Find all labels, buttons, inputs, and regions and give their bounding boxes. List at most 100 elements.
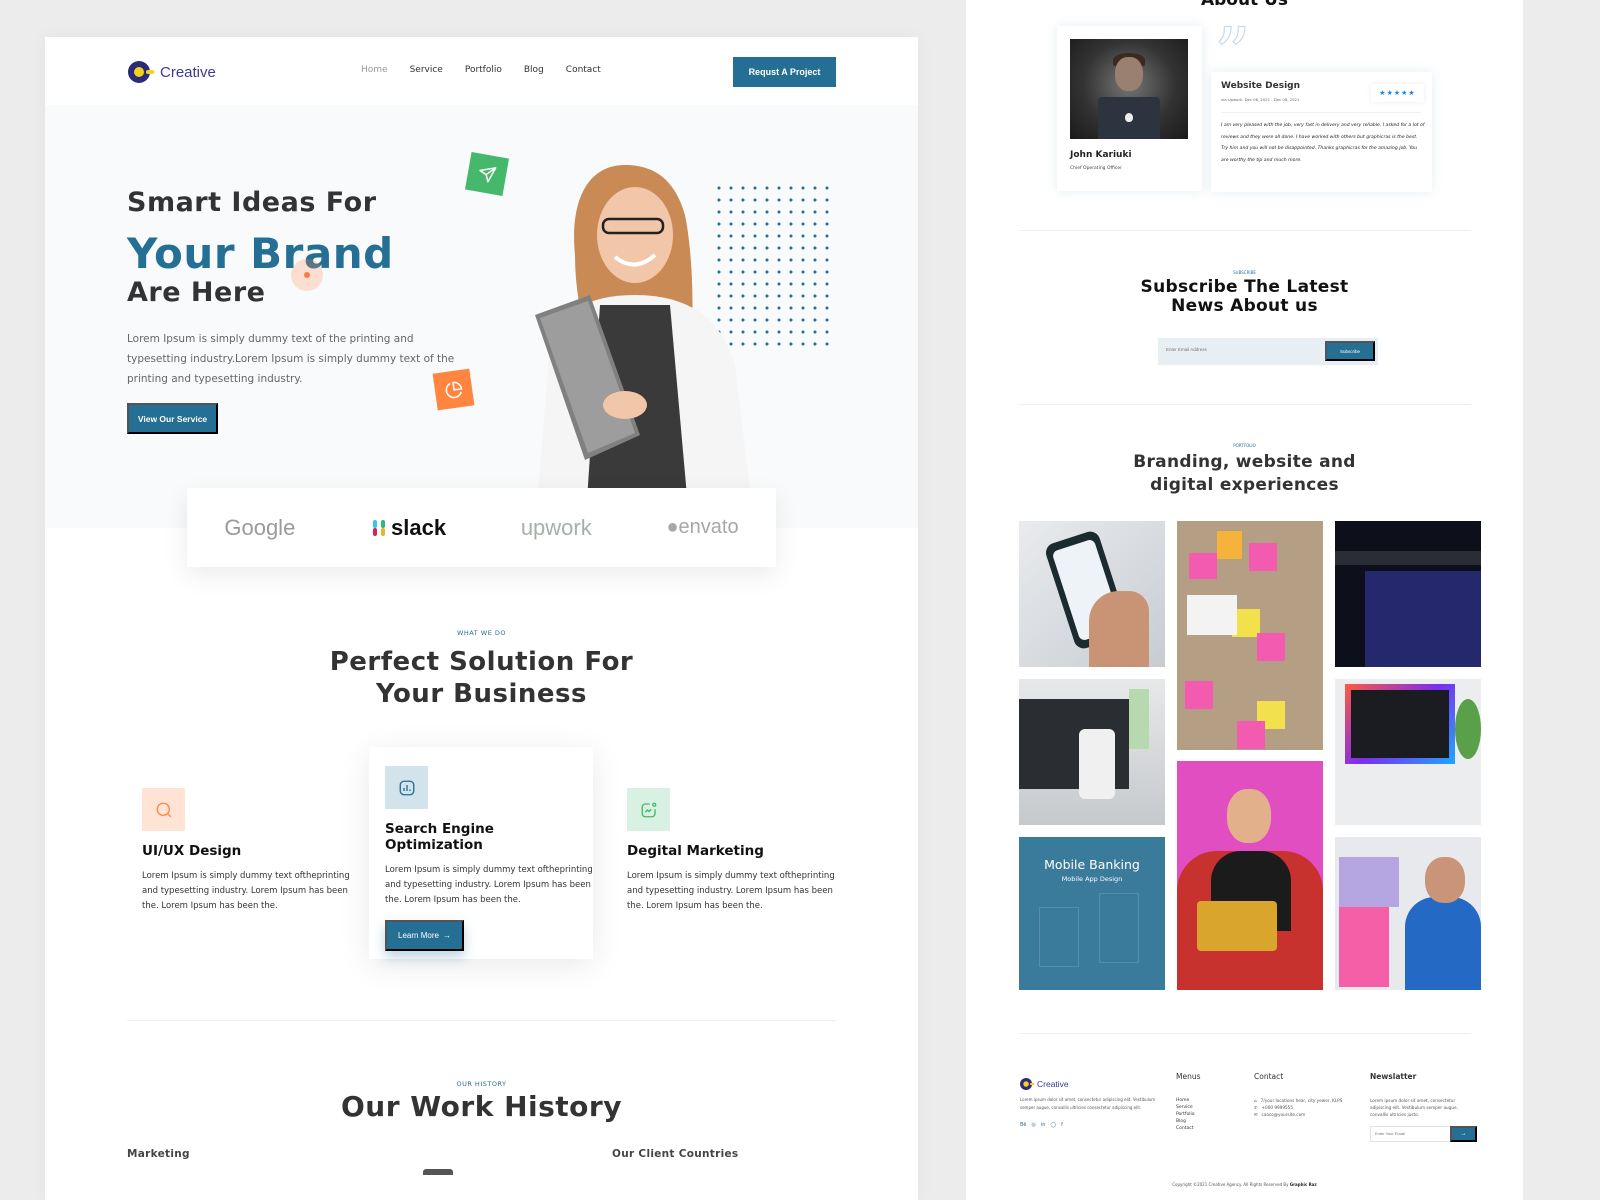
slack-text: slack bbox=[391, 514, 447, 540]
portfolio-tile-weather-app[interactable] bbox=[1019, 521, 1165, 667]
title-line1: Subscribe The Latest bbox=[1140, 277, 1349, 297]
newsletter-submit-button[interactable]: → bbox=[1450, 1126, 1477, 1142]
contact-phone: ✆ +000 9999555 bbox=[1254, 1104, 1344, 1111]
decorative-dot bbox=[304, 272, 310, 278]
envato-text: envato bbox=[678, 516, 739, 538]
portfolio-tile-desktop-dashboard[interactable] bbox=[1335, 679, 1481, 825]
portfolio-tile-mobile-banking[interactable]: Mobile Banking Mobile App Design bbox=[1019, 837, 1165, 990]
service-card-seo[interactable]: Search Engine Optimization Lorem Ipsum i… bbox=[385, 766, 595, 951]
logo-text: Creative bbox=[160, 63, 216, 81]
review-card: Website Design via Upwork. Dec 06, 2021 … bbox=[1211, 72, 1432, 192]
hero-heading-line1: Smart Ideas For bbox=[127, 187, 377, 218]
nav-home[interactable]: Home bbox=[361, 65, 388, 75]
section-divider bbox=[127, 1020, 836, 1021]
learn-more-label: Learn More bbox=[398, 931, 439, 940]
hero-section: Smart Ideas For Your Brand Are Here Lore… bbox=[45, 105, 918, 530]
trend-icon bbox=[627, 788, 670, 831]
about-title: About Us bbox=[1200, 0, 1289, 10]
team-member-photo bbox=[1070, 39, 1188, 139]
nav-portfolio[interactable]: Portfolio bbox=[465, 65, 502, 75]
footer-menus-title: Menus bbox=[1176, 1072, 1201, 1081]
service-text: Lorem Ipsum is simply dummy text ofthepr… bbox=[385, 865, 593, 905]
subscribe-eyebrow: SUBSCRIBE bbox=[1233, 270, 1256, 275]
location-icon: ⌂ bbox=[1254, 1098, 1257, 1103]
footer-link-blog[interactable]: Blog bbox=[1176, 1118, 1195, 1125]
title-line2: News About us bbox=[1171, 296, 1318, 316]
linkedin-icon[interactable]: in bbox=[1041, 1122, 1046, 1128]
copyright-text: Copyright ©2021 Creative Agency. All Rig… bbox=[1172, 1182, 1289, 1187]
site-header: Creative Home Service Portfolio Blog Con… bbox=[45, 37, 918, 105]
footer-newsletter-text: Lorem ipsum dolor sit amet, consectetur … bbox=[1370, 1098, 1458, 1117]
subscribe-button[interactable]: Subscribe bbox=[1325, 341, 1375, 361]
footer-link-contact[interactable]: Contact bbox=[1176, 1125, 1195, 1132]
footer-logo-text: Creative bbox=[1037, 1079, 1069, 1089]
phone-text[interactable]: +000 9999555 bbox=[1262, 1104, 1293, 1111]
contact-email: ✉ caoco@yoursite.com bbox=[1254, 1111, 1344, 1118]
newsletter-email-input[interactable] bbox=[1375, 1131, 1445, 1136]
tile-title: Mobile Banking bbox=[1044, 857, 1140, 872]
nav-service[interactable]: Service bbox=[410, 65, 443, 75]
portfolio-tile-crypto-dashboard[interactable] bbox=[1335, 521, 1481, 667]
homepage-mockup-right: About Us John Kariuki Chief Operating Of… bbox=[966, 0, 1523, 1200]
service-title: Search Engine Optimization bbox=[385, 821, 494, 853]
logo[interactable]: Creative bbox=[128, 61, 216, 83]
view-service-button[interactable]: View Our Service bbox=[127, 403, 218, 434]
learn-more-button[interactable]: Learn More → bbox=[385, 920, 464, 951]
arrow-right-icon: → bbox=[442, 931, 451, 940]
footer-menu-list: Home Service Portfolio Blog Contact bbox=[1176, 1097, 1195, 1132]
portfolio-tile-sticky-notes[interactable] bbox=[1177, 521, 1323, 750]
dribbble-icon[interactable]: ◎ bbox=[1032, 1122, 1036, 1128]
logo-icon bbox=[1020, 1077, 1035, 1091]
contact-address: ⌂ 7/your locations hear, city yewer, KLPS bbox=[1254, 1097, 1344, 1104]
service-card-marketing[interactable]: Degital Marketing Lorem Ipsum is simply … bbox=[627, 788, 837, 914]
portfolio-tile-sticky-notes-team[interactable] bbox=[1335, 837, 1481, 990]
what-we-do-eyebrow: WHAT WE DO bbox=[456, 629, 506, 637]
social-links: Bē ◎ in ◯ f bbox=[1020, 1122, 1063, 1128]
facebook-icon[interactable]: f bbox=[1061, 1122, 1063, 1128]
footer-link-home[interactable]: Home bbox=[1176, 1097, 1195, 1104]
phone-icon: ✆ bbox=[1254, 1105, 1258, 1110]
history-title: Our Work History bbox=[341, 1090, 622, 1123]
hero-heading-line2: Your Brand bbox=[127, 229, 394, 278]
envato-leaf-icon: ● bbox=[666, 516, 679, 538]
apple-logo-icon bbox=[1125, 113, 1133, 122]
logo-icon bbox=[128, 61, 154, 83]
section-divider bbox=[1019, 230, 1471, 231]
star-rating: ★★★★★ bbox=[1371, 84, 1424, 102]
service-title: UI/UX Design bbox=[142, 843, 242, 859]
portfolio-tile-mobile-app-laptop[interactable] bbox=[1019, 679, 1165, 825]
history-eyebrow: OUR HISTORY bbox=[456, 1080, 507, 1088]
subscribe-title: Subscribe The Latest News About us bbox=[966, 278, 1523, 316]
pie-chart-icon bbox=[432, 368, 475, 411]
service-card-uiux[interactable]: UI/UX Design Lorem Ipsum is simply dummy… bbox=[142, 788, 352, 914]
request-project-button[interactable]: Requst A Project bbox=[733, 57, 836, 87]
upwork-logo: upwork bbox=[520, 514, 592, 540]
footer-logo[interactable]: Creative bbox=[1020, 1073, 1069, 1095]
portfolio-title: Branding, website and digital experience… bbox=[966, 451, 1523, 497]
copyright: Copyright ©2021 Creative Agency. All Rig… bbox=[966, 1182, 1523, 1187]
footer-newsletter-form: → bbox=[1370, 1126, 1477, 1142]
marketing-label: Marketing bbox=[127, 1148, 190, 1160]
nav-blog[interactable]: Blog bbox=[524, 65, 544, 75]
title-line2: Your Business bbox=[376, 679, 587, 709]
chart-icon bbox=[385, 766, 428, 809]
nav-contact[interactable]: Contact bbox=[566, 65, 601, 75]
footer-contact-title: Contact bbox=[1254, 1072, 1284, 1081]
behance-icon[interactable]: Bē bbox=[1020, 1122, 1027, 1128]
email-input[interactable] bbox=[1166, 347, 1316, 352]
instagram-icon[interactable]: ◯ bbox=[1050, 1122, 1056, 1128]
slack-icon bbox=[370, 519, 388, 537]
footer-link-service[interactable]: Service bbox=[1176, 1104, 1195, 1111]
portfolio-tile-woman-laptop[interactable] bbox=[1177, 761, 1323, 990]
footer-contact-list: ⌂ 7/your locations hear, city yewer, KLPS… bbox=[1254, 1097, 1344, 1118]
review-text: I am very pleased with the job, very fas… bbox=[1221, 123, 1425, 163]
title-line2: digital experiences bbox=[1150, 475, 1339, 495]
section-divider bbox=[1019, 404, 1471, 405]
address-text: 7/your locations hear, city yewer, KLPS bbox=[1260, 1098, 1343, 1103]
hero-paragraph: Lorem Ipsum is simply dummy text of the … bbox=[127, 333, 455, 385]
email-text[interactable]: caoco@yoursite.com bbox=[1262, 1111, 1306, 1118]
footer-link-portfolio[interactable]: Portfolio bbox=[1176, 1111, 1195, 1118]
copyright-brand[interactable]: Graphic Raz bbox=[1290, 1182, 1317, 1187]
service-text: Lorem Ipsum is simply dummy text ofthepr… bbox=[142, 871, 350, 911]
title-line1: Branding, website and bbox=[1133, 452, 1356, 472]
